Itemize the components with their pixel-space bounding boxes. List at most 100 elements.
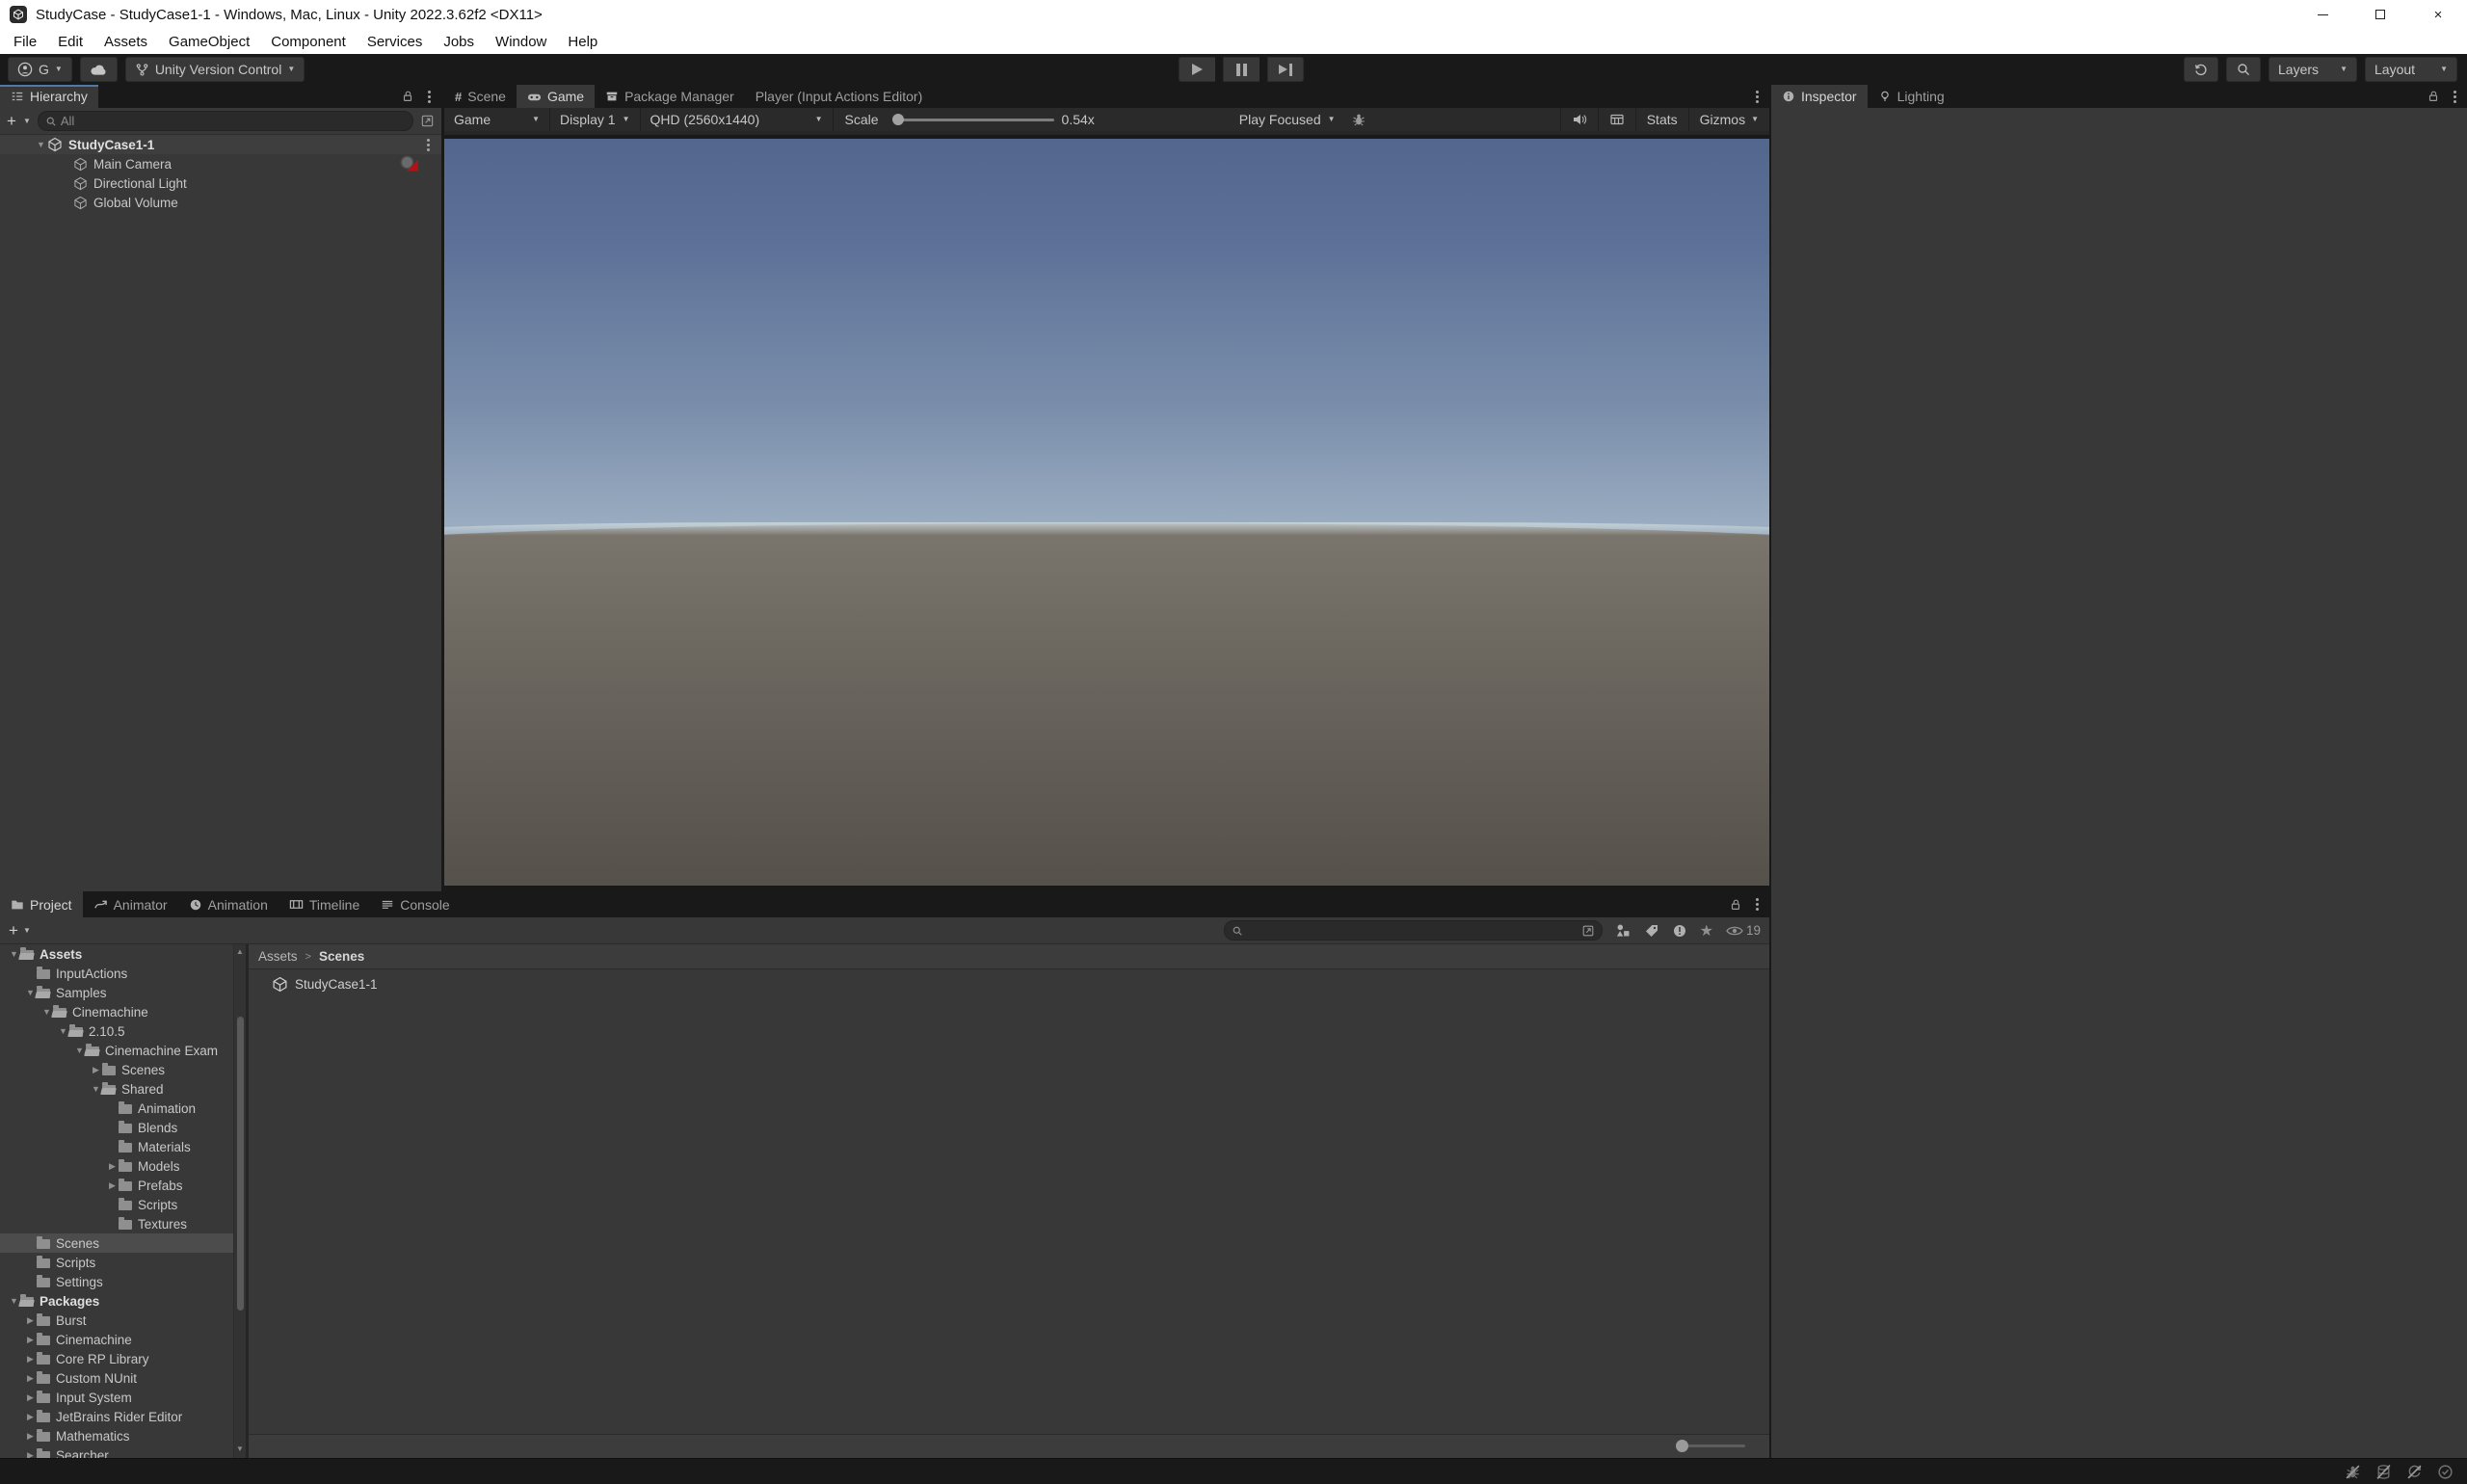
tree-shared-scripts[interactable]: Scripts [0, 1195, 246, 1214]
tree-shared-blends[interactable]: Blends [0, 1118, 246, 1137]
foldout-arrow[interactable]: ▶ [24, 1373, 37, 1383]
tree-pkg-burst[interactable]: ▶ Burst [0, 1311, 246, 1330]
tree-pkg-input-system[interactable]: ▶ Input System [0, 1388, 246, 1407]
tab-lighting[interactable]: Lighting [1868, 85, 1955, 108]
menu-edit[interactable]: Edit [47, 29, 93, 54]
menu-component[interactable]: Component [260, 29, 357, 54]
asset-item[interactable]: StudyCase1-1 [272, 976, 378, 993]
tree-packages[interactable]: ▼ Packages [0, 1291, 246, 1311]
thumbnail-size-knob[interactable] [1676, 1440, 1688, 1452]
gizmos-dropdown[interactable]: Gizmos ▼ [1687, 108, 1769, 131]
tree-examples-scenes[interactable]: ▶ Scenes [0, 1060, 246, 1079]
foldout-arrow[interactable]: ▶ [24, 1354, 37, 1364]
layers-dropdown[interactable]: Layers ▼ [2268, 57, 2357, 82]
search-by-type-icon[interactable] [1615, 922, 1631, 939]
scale-slider-knob[interactable] [891, 113, 904, 125]
play-mode-dropdown[interactable]: Play Focused ▼ [1239, 112, 1336, 127]
hierarchy-search[interactable] [37, 111, 413, 131]
tree-pkg-searcher[interactable]: ▶ Searcher [0, 1445, 246, 1458]
search-button[interactable] [2226, 57, 2261, 82]
kebab-menu-icon[interactable] [2454, 94, 2456, 98]
tree-pkg-custom-nunit[interactable]: ▶ Custom NUnit [0, 1368, 246, 1388]
menu-file[interactable]: File [3, 29, 47, 54]
tab-player-input-actions[interactable]: Player (Input Actions Editor) [745, 85, 934, 108]
minimize-button[interactable] [2294, 0, 2351, 29]
tab-project[interactable]: Project [0, 891, 83, 917]
open-search-window-icon[interactable] [420, 114, 435, 128]
scroll-down-icon[interactable]: ▼ [236, 1442, 244, 1456]
open-search-window-icon[interactable] [1581, 924, 1595, 938]
scrollbar-thumb[interactable] [237, 1017, 244, 1311]
tree-shared-models[interactable]: ▶ Models [0, 1156, 246, 1176]
chevron-down-icon[interactable]: ▼ [23, 926, 31, 935]
tree-cinemachine[interactable]: ▼ Cinemachine [0, 1002, 246, 1021]
display-dropdown[interactable]: Display 1 ▼ [550, 108, 641, 131]
project-search[interactable] [1223, 920, 1603, 941]
hierarchy-item-directional-light[interactable]: Directional Light [0, 173, 441, 193]
game-viewport[interactable] [444, 139, 1769, 886]
add-object-button[interactable]: + [7, 113, 16, 129]
tree-pkg-core-rp-library[interactable]: ▶ Core RP Library [0, 1349, 246, 1368]
kebab-menu-icon[interactable] [428, 94, 431, 98]
tab-scene[interactable]: # Scene [444, 85, 517, 108]
step-button[interactable] [1267, 57, 1304, 82]
cache-server-disabled-icon[interactable] [2375, 1464, 2392, 1480]
search-by-label-icon[interactable] [1644, 923, 1659, 939]
play-button[interactable] [1179, 57, 1215, 82]
tree-shared-prefabs[interactable]: ▶ Prefabs [0, 1176, 246, 1195]
foldout-arrow[interactable]: ▶ [24, 1315, 37, 1325]
tab-inspector[interactable]: Inspector [1771, 85, 1868, 108]
menu-help[interactable]: Help [557, 29, 608, 54]
foldout-arrow[interactable]: ▼ [35, 140, 47, 149]
account-button[interactable]: G ▼ [8, 57, 72, 82]
resolution-dropdown[interactable]: QHD (2560x1440) ▼ [641, 108, 834, 131]
project-search-input[interactable] [1247, 923, 1577, 938]
tree-shared-materials[interactable]: Materials [0, 1137, 246, 1156]
lock-icon[interactable] [401, 90, 414, 103]
tree-pkg-cinemachine[interactable]: ▶ Cinemachine [0, 1330, 246, 1349]
tab-package-manager[interactable]: Package Manager [595, 85, 745, 108]
cloud-button[interactable] [79, 57, 118, 82]
foldout-arrow[interactable]: ▶ [106, 1180, 119, 1190]
kebab-menu-icon[interactable] [427, 143, 430, 146]
tree-assets[interactable]: ▼ Assets [0, 944, 246, 964]
tree-shared[interactable]: ▼ Shared [0, 1079, 246, 1099]
tree-scrollbar[interactable]: ▲ ▼ [233, 944, 246, 1458]
tab-console[interactable]: Console [370, 891, 460, 917]
breadcrumb-root[interactable]: Assets [258, 949, 298, 964]
progress-ok-icon[interactable] [2437, 1464, 2454, 1480]
debugger-disabled-icon[interactable] [2345, 1464, 2361, 1480]
tree-assets-scripts[interactable]: Scripts [0, 1253, 246, 1272]
scroll-up-icon[interactable]: ▲ [236, 944, 244, 959]
stats-toggle[interactable]: Stats [1634, 108, 1688, 131]
tree-pkg-jetbrains-rider-editor[interactable]: ▶ JetBrains Rider Editor [0, 1407, 246, 1426]
tab-hierarchy[interactable]: Hierarchy [0, 85, 98, 108]
foldout-arrow[interactable]: ▶ [106, 1161, 119, 1171]
menu-services[interactable]: Services [357, 29, 434, 54]
menu-window[interactable]: Window [485, 29, 557, 54]
pause-button[interactable] [1223, 57, 1260, 82]
version-control-dropdown[interactable]: Unity Version Control ▼ [124, 57, 305, 82]
tree-cinemachine-exam[interactable]: ▼ Cinemachine Exam [0, 1041, 246, 1060]
foldout-arrow[interactable]: ▶ [90, 1065, 102, 1074]
maximize-button[interactable] [2351, 0, 2409, 29]
tab-animator[interactable]: Animator [83, 891, 178, 917]
tree-assets-scenes[interactable]: Scenes [0, 1233, 246, 1253]
scale-slider[interactable] [891, 113, 1054, 125]
tree-shared-textures[interactable]: Textures [0, 1214, 246, 1233]
tree-2-10-5[interactable]: ▼ 2.10.5 [0, 1021, 246, 1041]
tree-assets-settings[interactable]: Settings [0, 1272, 246, 1291]
close-button[interactable]: × [2409, 0, 2467, 29]
mute-audio-button[interactable] [1559, 108, 1598, 131]
hierarchy-item-main-camera[interactable]: Main Camera [0, 154, 441, 173]
breadcrumb-current[interactable]: Scenes [319, 949, 364, 964]
menu-gameobject[interactable]: GameObject [158, 29, 260, 54]
foldout-arrow[interactable]: ▶ [24, 1335, 37, 1344]
create-asset-button[interactable]: + [9, 922, 18, 939]
lock-icon[interactable] [1729, 898, 1742, 912]
hierarchy-item-global-volume[interactable]: Global Volume [0, 193, 441, 212]
search-log-type-icon[interactable] [1672, 923, 1687, 939]
foldout-arrow[interactable]: ▶ [24, 1412, 37, 1421]
frame-capture-button[interactable] [1597, 108, 1635, 131]
tab-game[interactable]: Game [516, 85, 596, 108]
